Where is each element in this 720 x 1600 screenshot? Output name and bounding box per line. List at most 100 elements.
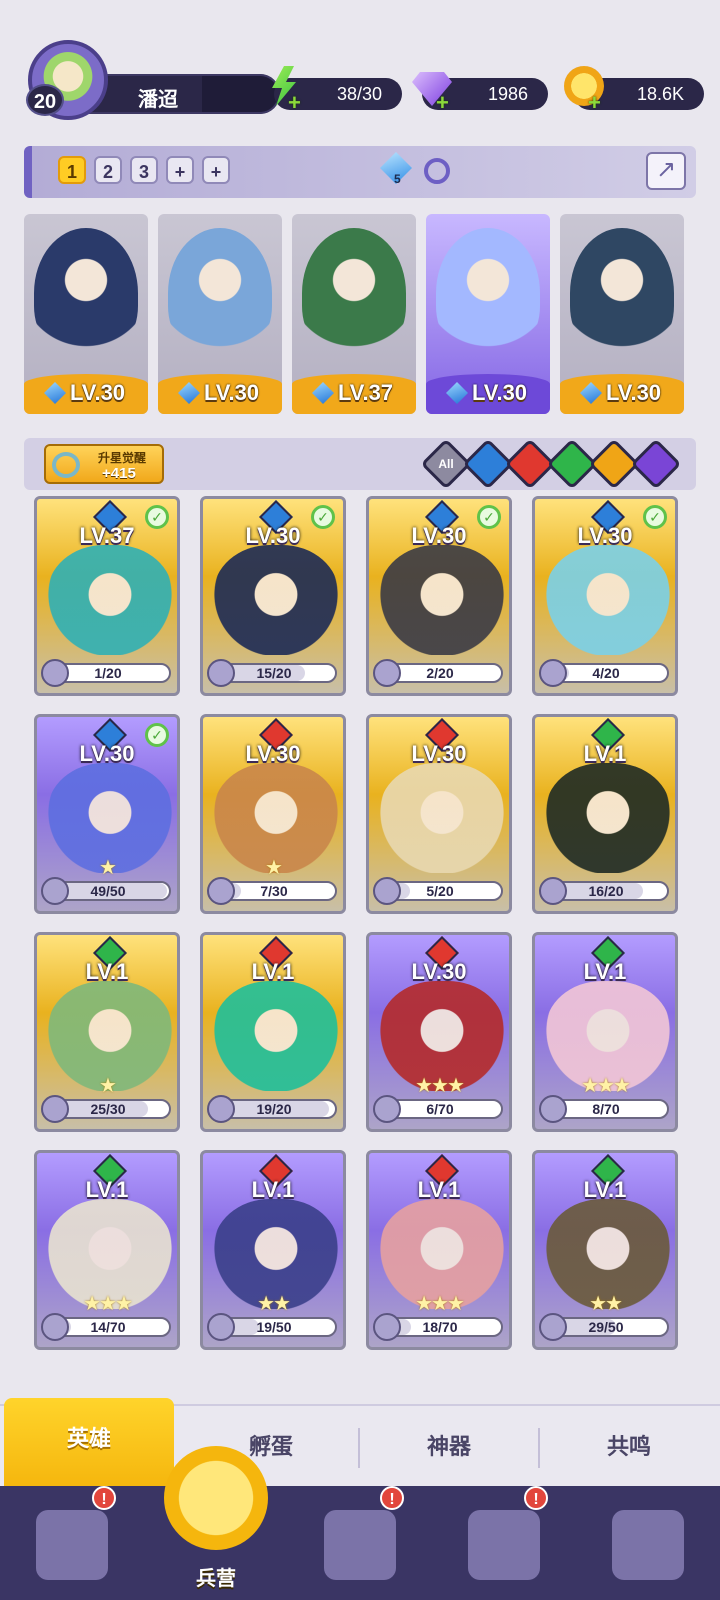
- tab-artifacts[interactable]: 神器: [364, 1406, 534, 1488]
- fragment-progress: 4/20: [539, 659, 669, 687]
- star-rating: ★: [99, 857, 117, 879]
- add-team-button[interactable]: +: [202, 156, 230, 184]
- hero-portrait: [545, 763, 671, 873]
- hero-card[interactable]: LV.30 ★★★ 6/70: [366, 932, 512, 1132]
- star-rating: ★: [265, 857, 283, 879]
- nav-cards[interactable]: !: [0, 1486, 144, 1600]
- hero-portrait: [436, 228, 540, 358]
- hero-card[interactable]: LV.1 19/20: [200, 932, 346, 1132]
- hero-portrait: [302, 228, 406, 358]
- nav-map[interactable]: !: [288, 1486, 432, 1600]
- nav-label: 兵营: [196, 1568, 236, 1590]
- team-tab-3[interactable]: 3: [130, 156, 158, 184]
- hero-card[interactable]: LV.1 16/20: [532, 714, 678, 914]
- bottom-nav: ! 兵营 ! !: [0, 1446, 720, 1600]
- hero-card[interactable]: LV.37 1/20 ✓: [34, 496, 180, 696]
- nav-barracks[interactable]: 兵营: [144, 1446, 288, 1600]
- nav-mushroom[interactable]: [576, 1486, 720, 1600]
- fragment-progress: 8/70: [539, 1095, 669, 1123]
- team-tab-2[interactable]: 2: [94, 156, 122, 184]
- key-icon: [52, 452, 80, 478]
- fragment-count: 16/20: [588, 883, 624, 899]
- fragment-count: 4/20: [592, 665, 620, 681]
- star-rating: ★★★: [415, 1075, 465, 1097]
- plus-icon[interactable]: +: [288, 90, 301, 116]
- tab-divider: [358, 1428, 360, 1468]
- nav-castle[interactable]: !: [432, 1486, 576, 1600]
- player-profile[interactable]: 潘迢 20: [26, 40, 280, 120]
- hero-portrait: [545, 545, 671, 655]
- tab-divider: [538, 1428, 540, 1468]
- player-level: 20: [26, 84, 64, 116]
- hero-card[interactable]: LV.30 4/20 ✓: [532, 496, 678, 696]
- fragment-count: 49/50: [90, 883, 126, 899]
- map-icon: [324, 1510, 396, 1580]
- star-rating: ★★: [589, 1293, 623, 1315]
- team-member-card[interactable]: LV.30: [24, 214, 148, 414]
- plus-icon[interactable]: +: [588, 90, 601, 116]
- tab-heroes[interactable]: 英雄: [4, 1398, 174, 1488]
- cards-icon: [36, 1510, 108, 1580]
- star-rating: ★: [99, 1075, 117, 1097]
- check-icon: ✓: [643, 505, 667, 529]
- hero-portrait: [34, 228, 138, 358]
- hero-level: LV.37: [338, 380, 394, 405]
- fragment-progress: 25/30: [41, 1095, 171, 1123]
- hero-level: LV.30: [472, 380, 528, 405]
- hero-card[interactable]: LV.1 ★ 25/30: [34, 932, 180, 1132]
- alert-badge: !: [380, 1486, 404, 1510]
- hero-card[interactable]: LV.30 15/20 ✓: [200, 496, 346, 696]
- hero-portrait: [379, 545, 505, 655]
- team-member-card[interactable]: LV.30: [560, 214, 684, 414]
- hero-card[interactable]: LV.1 ★★★ 18/70: [366, 1150, 512, 1350]
- fragment-count: 5/20: [426, 883, 454, 899]
- hero-level: LV.1: [417, 1177, 461, 1202]
- gem-resource[interactable]: + 1986: [412, 72, 548, 115]
- fragment-progress: 18/70: [373, 1313, 503, 1341]
- mana-count: 5: [394, 172, 401, 186]
- fragment-progress: 7/30: [207, 877, 337, 905]
- player-name: 潘迢: [138, 89, 178, 111]
- hero-portrait: [168, 228, 272, 358]
- filter-label: All: [438, 457, 454, 471]
- team-member-card[interactable]: LV.30: [158, 214, 282, 414]
- hero-level: LV.1: [85, 1177, 129, 1202]
- hero-level: LV.1: [583, 959, 627, 984]
- coin-resource[interactable]: + 18.6K: [564, 66, 704, 115]
- plus-icon[interactable]: +: [436, 90, 449, 116]
- star-rating: ★★★: [415, 1293, 465, 1315]
- player-name-pill: 潘迢: [82, 74, 280, 114]
- hero-card[interactable]: LV.30 ★ 49/50 ✓: [34, 714, 180, 914]
- add-team-button[interactable]: +: [166, 156, 194, 184]
- energy-resource[interactable]: + 38/30: [272, 66, 402, 115]
- hero-card[interactable]: LV.30 5/20: [366, 714, 512, 914]
- search-icon[interactable]: [424, 158, 450, 184]
- tab-resonance[interactable]: 共鸣: [544, 1406, 714, 1488]
- hero-card[interactable]: LV.30 2/20 ✓: [366, 496, 512, 696]
- hero-level: LV.1: [251, 959, 295, 984]
- barracks-icon: [164, 1446, 268, 1550]
- team-member-card[interactable]: LV.37: [292, 214, 416, 414]
- hero-portrait: [570, 228, 674, 358]
- awaken-button[interactable]: 升星觉醒 +415: [44, 444, 164, 484]
- element-filter-icon[interactable]: [630, 438, 682, 490]
- fragment-count: 2/20: [426, 665, 454, 681]
- check-icon: ✓: [477, 505, 501, 529]
- hero-card[interactable]: LV.1 ★★ 19/50: [200, 1150, 346, 1350]
- hero-level: LV.30: [204, 380, 260, 405]
- share-icon[interactable]: ↗: [646, 152, 686, 190]
- fragment-count: 18/70: [422, 1319, 458, 1335]
- hero-level: LV.30: [70, 380, 126, 405]
- star-rating: ★★: [257, 1293, 291, 1315]
- team-member-card[interactable]: LV.30: [426, 214, 550, 414]
- star-rating: ★★★: [581, 1075, 631, 1097]
- hero-card[interactable]: LV.1 ★★★ 8/70: [532, 932, 678, 1132]
- awaken-value: +415: [102, 465, 136, 482]
- team-tab-1[interactable]: 1: [58, 156, 86, 184]
- fragment-progress: 19/50: [207, 1313, 337, 1341]
- hero-card[interactable]: LV.30 ★ 7/30: [200, 714, 346, 914]
- hero-card[interactable]: LV.1 ★★★ 14/70: [34, 1150, 180, 1350]
- check-icon: ✓: [145, 723, 169, 747]
- fragment-progress: 2/20: [373, 659, 503, 687]
- hero-card[interactable]: LV.1 ★★ 29/50: [532, 1150, 678, 1350]
